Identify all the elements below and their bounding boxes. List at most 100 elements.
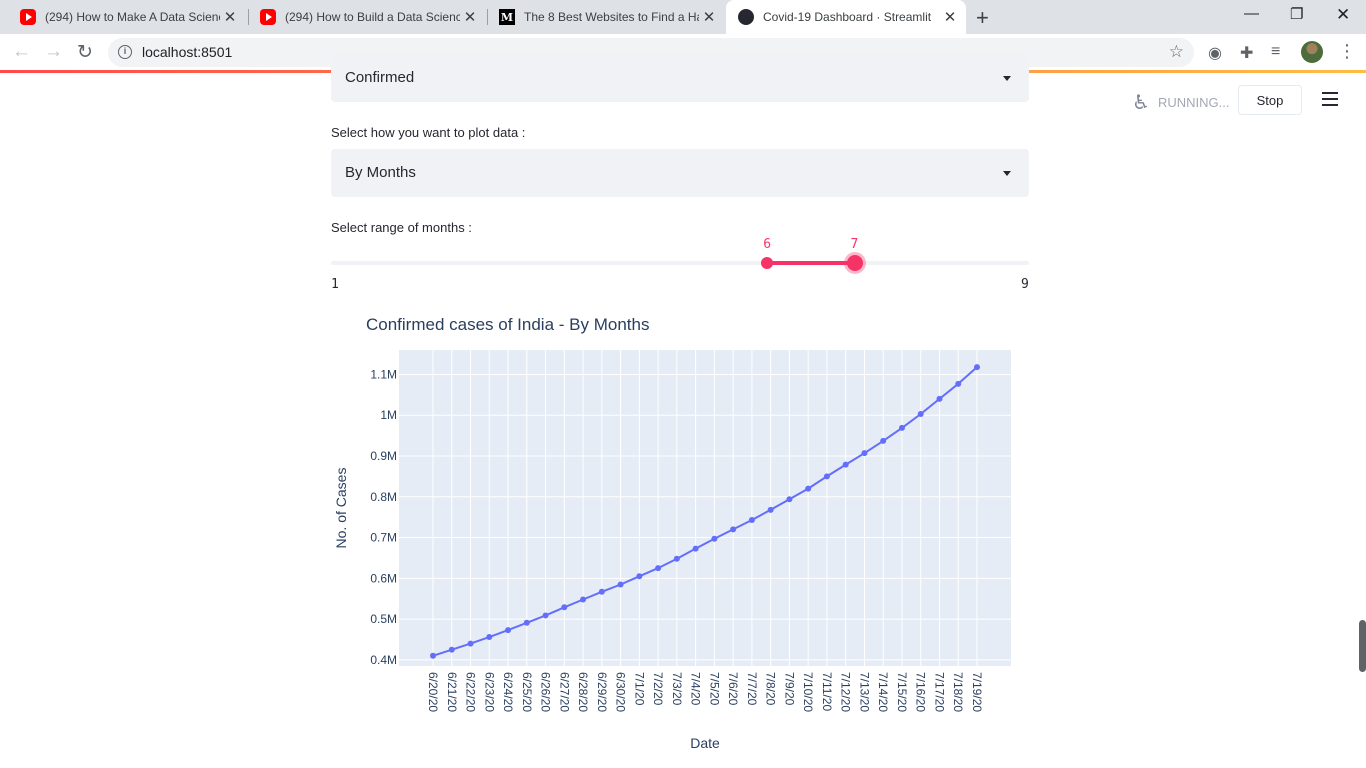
- plot-mode-label: Select how you want to plot data :: [331, 125, 526, 140]
- stop-button[interactable]: Stop: [1238, 85, 1302, 115]
- x-tick-label: 7/1/20: [632, 672, 646, 706]
- minimize-icon[interactable]: —: [1244, 5, 1259, 22]
- site-info-icon[interactable]: i: [118, 45, 132, 59]
- x-tick-label: 6/21/20: [445, 672, 459, 712]
- browser-tab-2[interactable]: (294) How to Build a Data Scienc ✕: [248, 0, 486, 34]
- plot-mode-select[interactable]: By Months: [331, 149, 1029, 197]
- data-point: [898, 424, 905, 431]
- x-tick-label: 7/18/20: [951, 672, 965, 712]
- month-range-slider-fill: [767, 261, 855, 265]
- y-tick-label: 0.9M: [370, 449, 397, 463]
- tab-title: (294) How to Make A Data Scienc: [45, 10, 220, 24]
- running-status: ♿ RUNNING...: [1132, 90, 1229, 115]
- data-point: [430, 652, 436, 659]
- case-type-select[interactable]: Confirmed: [331, 54, 1029, 102]
- x-tick-label: 7/12/20: [839, 672, 853, 712]
- close-tab-icon[interactable]: ✕: [220, 8, 240, 26]
- chart-title: Confirmed cases of India - By Months: [366, 315, 649, 334]
- data-point: [692, 545, 699, 552]
- data-point: [467, 640, 474, 647]
- x-tick-label: 6/23/20: [482, 672, 496, 712]
- data-point: [505, 627, 512, 634]
- x-tick-label: 6/26/20: [539, 672, 553, 712]
- bookmark-star-icon[interactable]: ☆: [1169, 42, 1184, 62]
- data-point: [805, 485, 812, 492]
- back-icon[interactable]: ←: [12, 41, 31, 63]
- tab-title: (294) How to Build a Data Scienc: [285, 10, 460, 24]
- media-queue-icon[interactable]: ≡: [1271, 43, 1280, 61]
- data-point: [936, 395, 943, 402]
- forward-icon[interactable]: →: [44, 41, 63, 63]
- data-point: [598, 588, 605, 595]
- x-axis-label: Date: [690, 735, 720, 751]
- x-tick-label: 6/27/20: [557, 672, 571, 712]
- x-tick-label: 7/7/20: [745, 672, 759, 706]
- x-tick-label: 7/3/20: [670, 672, 684, 706]
- y-tick-label: 0.5M: [370, 612, 397, 626]
- browser-tab-1[interactable]: (294) How to Make A Data Scienc ✕: [8, 0, 246, 34]
- chevron-down-icon: [1003, 76, 1011, 81]
- x-tick-label: 6/30/20: [614, 672, 628, 712]
- y-tick-label: 0.4M: [370, 653, 397, 667]
- x-tick-label: 7/17/20: [932, 672, 946, 712]
- x-tick-label: 7/13/20: [857, 672, 871, 712]
- data-point: [748, 517, 755, 524]
- y-tick-label: 0.6M: [370, 571, 397, 585]
- reload-icon[interactable]: ↻: [77, 41, 93, 64]
- confirmed-cases-chart: Confirmed cases of India - By Months 0.4…: [333, 315, 1011, 751]
- x-tick-label: 6/20/20: [426, 672, 440, 712]
- hamburger-menu-icon[interactable]: [1322, 92, 1338, 106]
- data-point: [730, 526, 737, 533]
- month-range-slider-track[interactable]: [331, 261, 1029, 265]
- restore-icon[interactable]: ❐: [1290, 5, 1303, 23]
- extension-circle-icon[interactable]: ◉: [1208, 43, 1222, 63]
- running-figure-icon: ♿: [1132, 92, 1150, 114]
- x-tick-label: 7/16/20: [914, 672, 928, 712]
- x-tick-label: 7/10/20: [801, 672, 815, 712]
- data-point: [842, 461, 849, 468]
- youtube-icon: [20, 9, 36, 25]
- month-range-high-value: 7: [850, 237, 859, 252]
- x-tick-label: 7/11/20: [820, 672, 834, 711]
- x-tick-label: 7/9/20: [782, 672, 796, 706]
- browser-menu-icon[interactable]: ⋮: [1338, 41, 1356, 62]
- close-window-icon[interactable]: ✕: [1336, 5, 1350, 25]
- month-range-low-value: 6: [763, 237, 772, 252]
- x-tick-label: 6/25/20: [520, 672, 534, 712]
- browser-tab-4-active[interactable]: Covid-19 Dashboard · Streamlit ✕: [726, 0, 966, 34]
- close-tab-icon[interactable]: ✕: [460, 8, 480, 26]
- close-tab-icon[interactable]: ✕: [699, 8, 719, 26]
- y-tick-label: 0.7M: [370, 531, 397, 545]
- y-tick-label: 0.8M: [370, 490, 397, 504]
- new-tab-icon[interactable]: +: [976, 5, 989, 31]
- data-point: [448, 646, 455, 653]
- x-tick-label: 6/22/20: [464, 672, 478, 712]
- x-tick-label: 7/14/20: [876, 672, 890, 712]
- data-point: [974, 364, 980, 371]
- data-point: [523, 619, 530, 626]
- month-range-slider-low-handle[interactable]: [761, 257, 774, 269]
- month-range-min: 1: [331, 277, 339, 292]
- browser-tab-3[interactable]: M The 8 Best Websites to Find a Ha ✕: [487, 0, 725, 34]
- y-tick-label: 1M: [380, 408, 397, 422]
- page-scrollbar-thumb[interactable]: [1359, 620, 1366, 672]
- x-tick-label: 7/15/20: [895, 672, 909, 712]
- tab-title: The 8 Best Websites to Find a Ha: [524, 10, 699, 24]
- data-point: [880, 437, 887, 444]
- close-tab-icon[interactable]: ✕: [940, 8, 960, 26]
- plot-mode-select-value: By Months: [345, 164, 416, 181]
- x-tick-label: 7/8/20: [764, 672, 778, 706]
- x-tick-label: 6/24/20: [501, 672, 515, 712]
- data-point: [955, 380, 962, 387]
- x-tick-label: 7/4/20: [689, 672, 703, 706]
- extensions-puzzle-icon[interactable]: ✚: [1240, 43, 1253, 63]
- data-point: [542, 612, 549, 619]
- data-point: [917, 411, 924, 418]
- streamlit-icon: [738, 9, 754, 25]
- profile-avatar[interactable]: [1301, 41, 1323, 63]
- data-point: [786, 496, 793, 503]
- case-type-select-value: Confirmed: [345, 69, 415, 86]
- month-range-slider-high-handle[interactable]: [846, 255, 863, 271]
- y-tick-label: 1.1M: [370, 367, 397, 381]
- x-axis-ticks: 6/20/20 6/21/20 6/22/20 6/23/20 6/24/20 6/25/…: [426, 672, 984, 712]
